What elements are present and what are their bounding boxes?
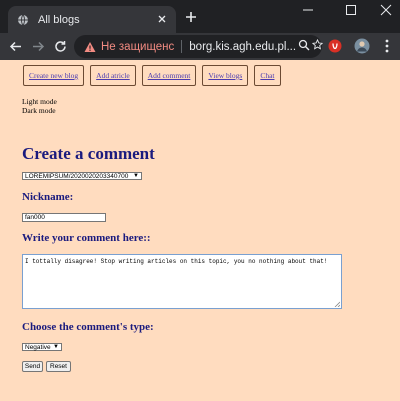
extension-icon[interactable] [327,38,343,54]
window-close-icon[interactable] [378,3,394,17]
nav-create-new-blog[interactable]: Create new blog [23,65,85,86]
avatar[interactable] [354,38,370,54]
comment-type-value: Negative [25,343,51,351]
nav-add-article[interactable]: Add atricle [90,65,136,86]
dark-mode-option[interactable]: Dark mode [22,106,56,115]
tab-title: All blogs [38,13,80,26]
new-tab-icon[interactable] [184,10,198,24]
url-text[interactable]: borg.kis.agh.edu.pl... [189,41,296,53]
article-select-value: LOREMIPSUM/2020020203340700 [25,172,129,180]
send-button[interactable]: Send [22,361,43,372]
tab-strip: All blogs [0,0,400,33]
address-bar[interactable]: Не защищенс borg.kis.agh.edu.pl... [74,35,322,58]
chevron-down-icon: ▼ [133,173,139,179]
article-select[interactable]: LOREMIPSUM/2020020203340700 ▼ [22,172,142,180]
globe-icon [17,14,29,26]
comment-textarea[interactable]: I tottally disagree! Stop writing articl… [22,254,342,309]
page-title: Create a comment [22,144,155,163]
page-content: Create new blog Add atricle Add comment … [0,60,400,401]
resize-handle-icon[interactable] [334,301,340,307]
comment-type-select[interactable]: Negative ▼ [22,343,62,351]
nav-chat[interactable]: Chat [254,65,281,86]
nav-add-comment[interactable]: Add comment [141,65,197,86]
reload-icon[interactable] [53,39,68,54]
bookmark-star-icon[interactable] [312,39,323,51]
chevron-down-icon: ▼ [53,344,59,350]
maximize-icon[interactable] [343,3,359,17]
security-label[interactable]: Не защищенс [101,41,174,53]
nickname-label: Nickname: [22,191,74,203]
comment-label: Write your comment here:: [22,232,151,244]
close-icon[interactable] [156,13,168,25]
light-mode-option[interactable]: Light mode [22,97,57,106]
warning-icon[interactable] [84,41,96,53]
nav-view-blogs[interactable]: View blogs [202,65,249,86]
forward-icon[interactable] [31,39,46,54]
nickname-field[interactable]: fan000 [22,213,106,222]
comment-text: I tottally disagree! Stop writing articl… [25,258,328,265]
reset-button[interactable]: Reset [46,361,71,372]
zoom-icon[interactable] [298,39,310,51]
minimize-icon[interactable] [300,3,316,17]
omnibox-divider [181,40,183,53]
back-icon[interactable] [8,39,23,54]
more-menu-icon[interactable] [379,38,395,54]
nickname-value: fan000 [25,214,45,221]
browser-toolbar: Не защищенс borg.kis.agh.edu.pl... [0,33,400,60]
tab-all-blogs[interactable]: All blogs [8,6,176,33]
site-nav: Create new blog Add atricle Add comment … [23,65,287,86]
type-label: Choose the comment's type: [22,321,154,333]
